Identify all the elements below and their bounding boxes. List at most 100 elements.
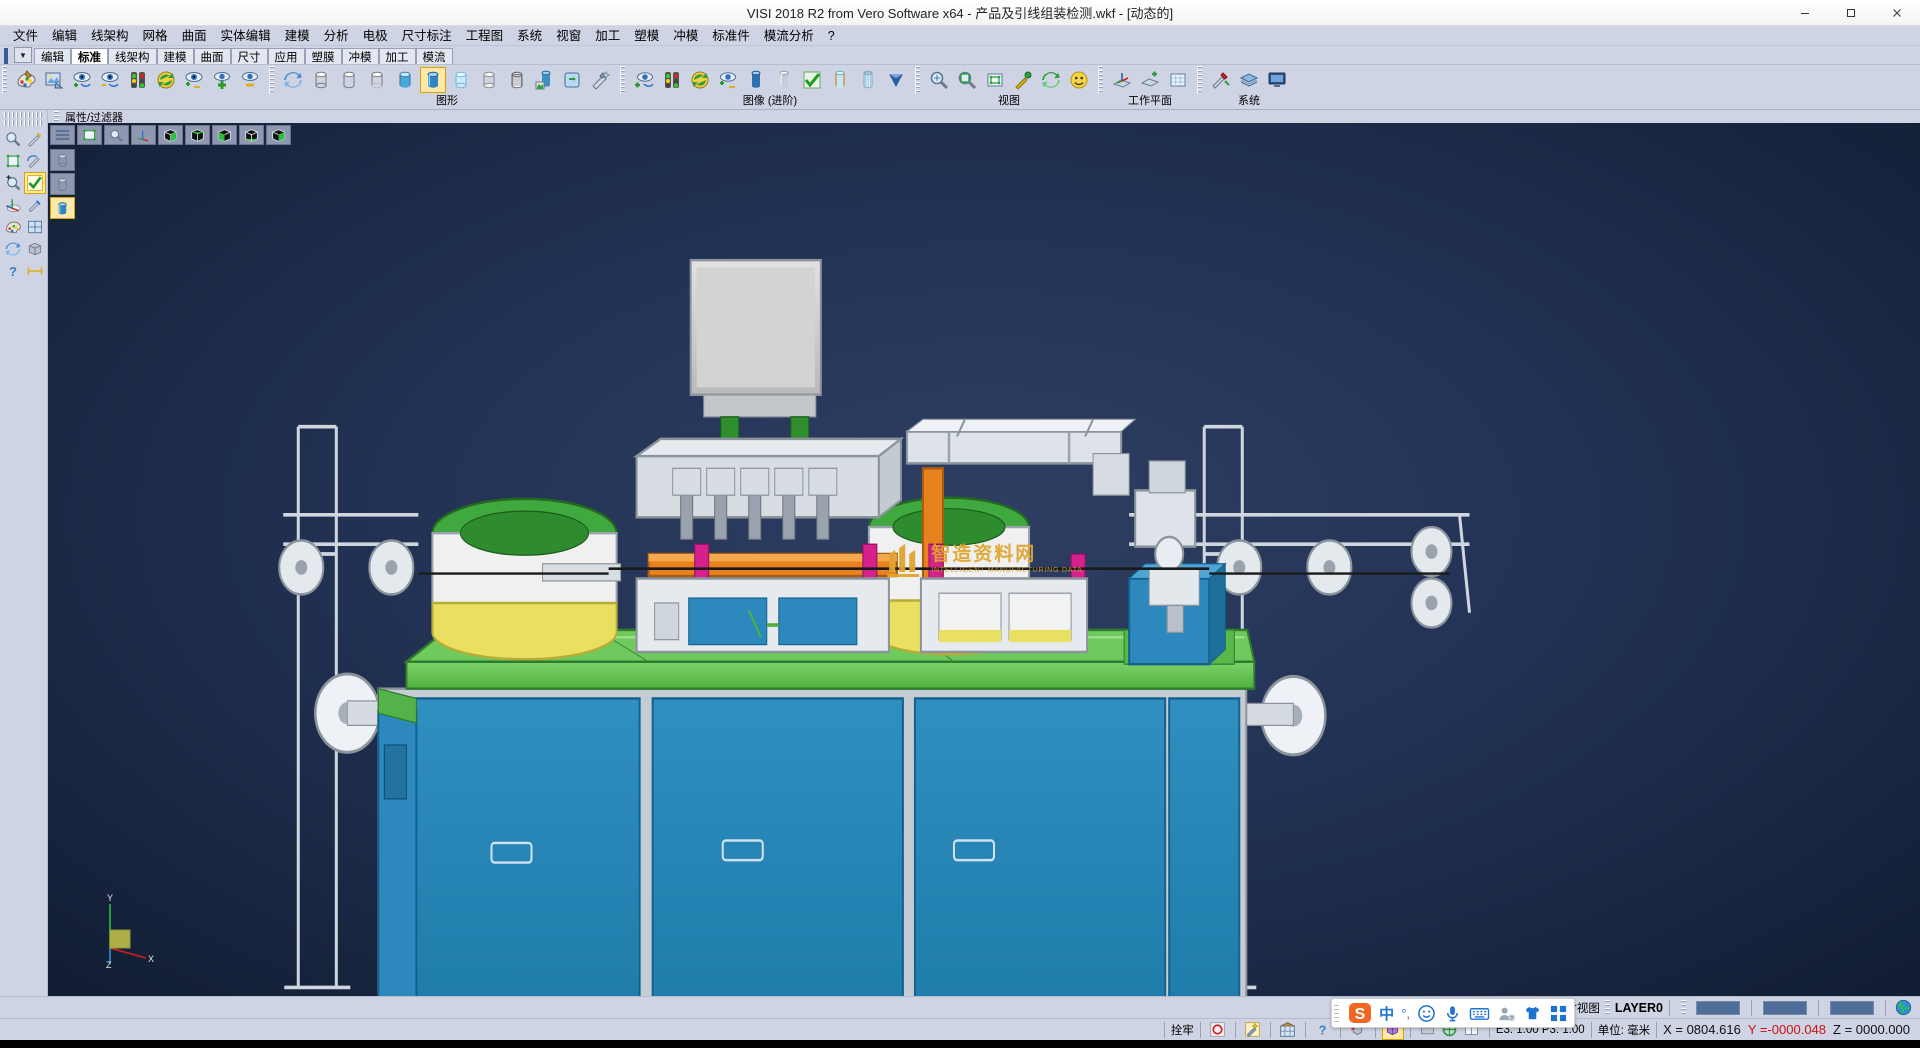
cylinder-cyan-icon[interactable] — [827, 67, 853, 93]
axis-triad-icon[interactable] — [131, 125, 156, 145]
zoom-glass-icon[interactable] — [2, 128, 24, 150]
zoom-glass-icon[interactable] — [104, 125, 129, 145]
zoom-area-icon[interactable] — [954, 67, 980, 93]
axis-move-icon[interactable] — [2, 194, 24, 216]
eye-plusminus-icon[interactable] — [181, 67, 207, 93]
cube-grey-icon[interactable] — [24, 238, 46, 260]
pencil-line-icon[interactable] — [24, 128, 46, 150]
menu-machining[interactable]: 加工 — [588, 26, 627, 46]
smiley-icon[interactable] — [1066, 67, 1092, 93]
tab-application[interactable]: 应用 — [268, 48, 305, 64]
menu-die[interactable]: 冲模 — [666, 26, 705, 46]
sogou-ime-toolbar[interactable]: S 中 °, ? — [1331, 998, 1575, 1028]
cylinder-wire2-icon[interactable] — [50, 173, 75, 195]
smiley-icon[interactable] — [1417, 1001, 1436, 1025]
maximize-button[interactable] — [1828, 0, 1874, 26]
color-swatch-2[interactable] — [1763, 1001, 1807, 1015]
menu-modeling[interactable]: 建模 — [278, 26, 317, 46]
zoom-plus-icon[interactable] — [2, 172, 24, 194]
system-monitor-icon[interactable] — [1264, 67, 1290, 93]
refresh-blue-icon[interactable] — [280, 67, 306, 93]
cylinder-blue-icon[interactable] — [392, 67, 418, 93]
view-right-icon[interactable] — [266, 125, 291, 145]
panel-gripper[interactable] — [54, 111, 59, 122]
workplane-axis-icon[interactable] — [1109, 67, 1135, 93]
close-button[interactable] — [1874, 0, 1920, 26]
refresh-green-icon[interactable] — [153, 67, 179, 93]
view-front-icon[interactable] — [212, 125, 237, 145]
menu-electrode[interactable]: 电极 — [356, 26, 395, 46]
toolbar-gripper[interactable] — [2, 66, 7, 94]
toolbar-gripper[interactable] — [4, 120, 44, 126]
cylinder-render-icon[interactable] — [532, 67, 558, 93]
toolbar-gripper[interactable] — [4, 112, 44, 118]
user-settings-icon[interactable]: ? — [1497, 1001, 1516, 1025]
menu-dimension[interactable]: 尺寸标注 — [395, 26, 459, 46]
tab-flow[interactable]: 模流 — [416, 48, 453, 64]
tab-standard[interactable]: 标准 — [71, 48, 108, 64]
toolbar-gripper[interactable] — [269, 66, 274, 94]
eye-plus-icon[interactable] — [209, 67, 235, 93]
status-gripper[interactable] — [1681, 1000, 1686, 1016]
color-swatch-1[interactable] — [1696, 1001, 1740, 1015]
cylinder-hidden-icon[interactable] — [476, 67, 502, 93]
tool-wand-icon[interactable] — [588, 67, 614, 93]
magic-wand-icon[interactable] — [1242, 1020, 1264, 1040]
ime-punctuation-label[interactable]: °, — [1401, 1001, 1410, 1025]
skin-shirt-icon[interactable] — [1523, 1001, 1542, 1025]
workplane-new-icon[interactable] — [1137, 67, 1163, 93]
pencil-blue-icon[interactable] — [24, 194, 46, 216]
system-config-icon[interactable] — [1208, 67, 1234, 93]
eye-add2-icon[interactable] — [631, 67, 657, 93]
toolbar-gripper[interactable] — [1098, 66, 1103, 94]
tab-mould[interactable]: 塑膜 — [305, 48, 342, 64]
eye-minus-icon[interactable] — [237, 67, 263, 93]
eye-plusminus2-icon[interactable] — [715, 67, 741, 93]
view-iso-icon[interactable] — [158, 125, 183, 145]
menu-help[interactable]: ? — [821, 26, 842, 46]
fit-window-icon[interactable] — [982, 67, 1008, 93]
select-rect-icon[interactable] — [77, 125, 102, 145]
pencil-edit-icon[interactable] — [24, 150, 46, 172]
cylinder-shaded-icon[interactable] — [420, 67, 446, 93]
palette-icon[interactable] — [13, 67, 39, 93]
cylinder-shaded-icon[interactable] — [50, 197, 75, 219]
cylinder-wire3-icon[interactable] — [364, 67, 390, 93]
tab-wireframe[interactable]: 线架构 — [108, 48, 157, 64]
cylinder-blue2-icon[interactable] — [743, 67, 769, 93]
menu-solid-edit[interactable]: 实体编辑 — [214, 26, 278, 46]
keyboard-icon[interactable] — [1469, 1001, 1490, 1025]
tab-dimension[interactable]: 尺寸 — [231, 48, 268, 64]
view-top-icon[interactable] — [185, 125, 210, 145]
refresh-green2-icon[interactable] — [687, 67, 713, 93]
menu-file[interactable]: 文件 — [6, 26, 45, 46]
check-green-icon[interactable] — [799, 67, 825, 93]
rotate-view-icon[interactable] — [1038, 67, 1064, 93]
workplane-grid-icon[interactable] — [1165, 67, 1191, 93]
tab-edit[interactable]: 编辑 — [34, 48, 71, 64]
menu-analysis[interactable]: 分析 — [317, 26, 356, 46]
menu-mesh[interactable]: 网格 — [136, 26, 175, 46]
list-lines-icon[interactable] — [50, 125, 75, 145]
eye-add-icon[interactable] — [69, 67, 95, 93]
traffic-light-icon[interactable] — [125, 67, 151, 93]
tab-modeling[interactable]: 建模 — [157, 48, 194, 64]
cylinder-wire2-icon[interactable] — [336, 67, 362, 93]
menu-system[interactable]: 系统 — [510, 26, 549, 46]
ime-mode-label[interactable]: 中 — [1379, 1001, 1394, 1025]
toolbar-gripper[interactable] — [1197, 66, 1202, 94]
dimension-icon[interactable] — [24, 260, 46, 282]
cylinder-wire-icon[interactable] — [50, 149, 75, 171]
ime-gripper[interactable] — [1334, 1004, 1339, 1022]
menu-wireframe[interactable]: 线架构 — [84, 26, 136, 46]
tab-die[interactable]: 冲模 — [342, 48, 379, 64]
system-layers-icon[interactable] — [1236, 67, 1262, 93]
refresh-blue-icon[interactable] — [2, 238, 24, 260]
eye-remove-icon[interactable] — [97, 67, 123, 93]
sogou-logo-icon[interactable]: S — [1348, 1001, 1372, 1025]
color-swatch-3[interactable] — [1830, 1001, 1874, 1015]
menu-mould[interactable]: 塑模 — [627, 26, 666, 46]
menu-standard-parts[interactable]: 标准件 — [705, 26, 757, 46]
zoom-glass-icon[interactable] — [926, 67, 952, 93]
cylinder-grey-icon[interactable] — [771, 67, 797, 93]
